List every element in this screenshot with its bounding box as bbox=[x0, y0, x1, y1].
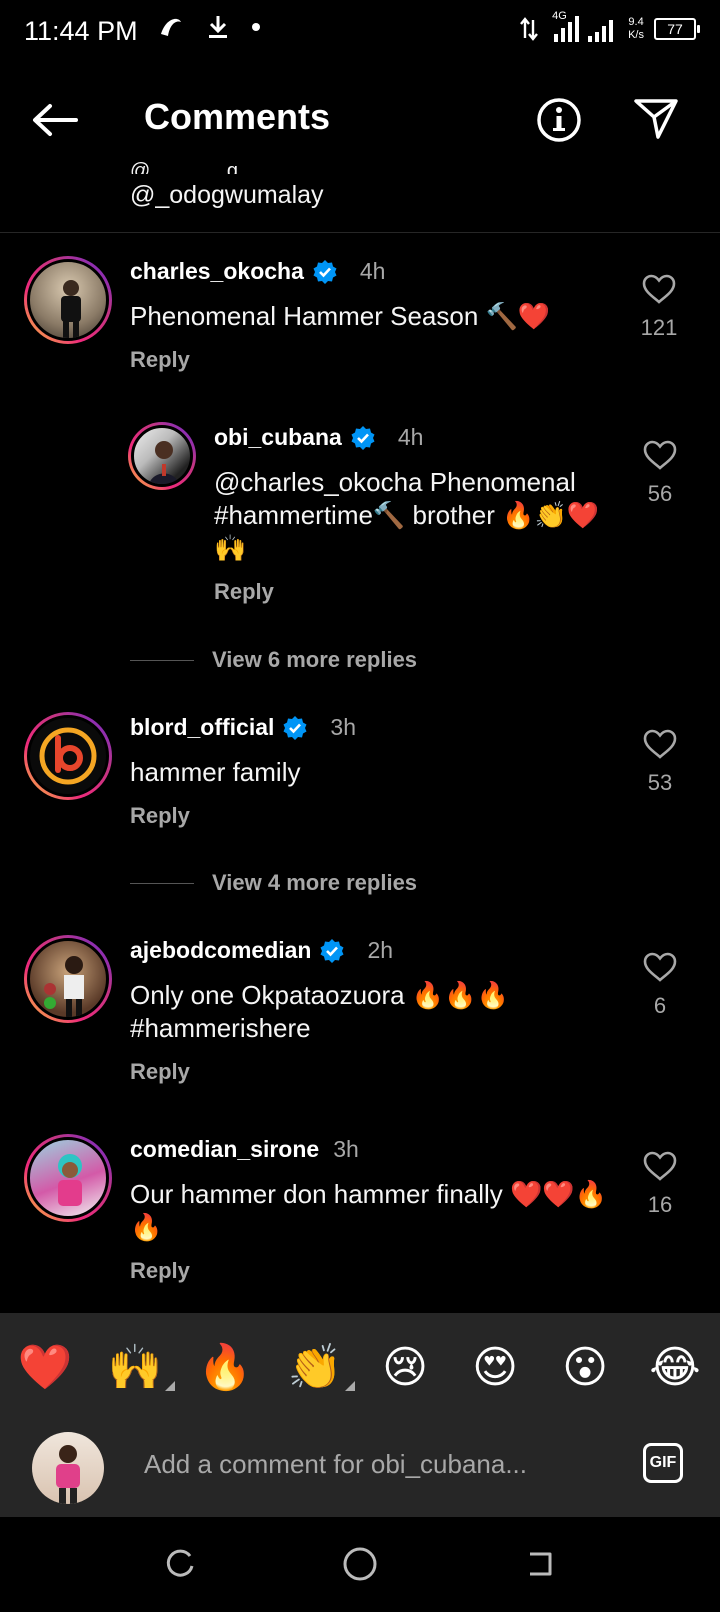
battery-icon: 77 bbox=[654, 18, 700, 40]
comment-time: 4h bbox=[397, 424, 424, 450]
reply-button[interactable]: Reply bbox=[130, 1059, 190, 1085]
quick-reaction-bar: ❤️ 🙌 🔥 👏 😢 😍 😮 😂 bbox=[0, 1313, 720, 1421]
reaction-raising-hands[interactable]: 🙌 bbox=[105, 1341, 175, 1393]
status-time: 11:44 PM bbox=[24, 16, 138, 46]
like-count: 121 bbox=[640, 315, 678, 340]
reply-button[interactable]: Reply bbox=[130, 1258, 190, 1284]
heart-icon[interactable] bbox=[643, 952, 677, 982]
like-count: 56 bbox=[647, 481, 673, 506]
comment-header: ajebodcomedian 2h bbox=[130, 937, 393, 964]
back-arrow-icon[interactable] bbox=[30, 102, 80, 138]
status-system-icons: 4G 9.4 K/s 77 bbox=[520, 10, 700, 44]
app-notification-icon bbox=[161, 18, 181, 36]
username[interactable]: charles_okocha bbox=[130, 258, 304, 285]
comment-time: 3h bbox=[333, 1136, 359, 1162]
reaction-heart[interactable]: ❤️ bbox=[15, 1341, 75, 1393]
like-button[interactable]: 16 bbox=[635, 1151, 685, 1218]
network-speed: 9.4 K/s bbox=[628, 16, 644, 41]
info-icon[interactable] bbox=[536, 97, 582, 143]
comment-input[interactable]: Add a comment for obi_cubana... bbox=[144, 1449, 584, 1480]
signal-icon: 4G bbox=[548, 10, 618, 44]
comment-time: 3h bbox=[330, 714, 356, 740]
heart-icon[interactable] bbox=[642, 274, 676, 304]
avatar[interactable] bbox=[24, 712, 112, 800]
reply-button[interactable]: Reply bbox=[214, 579, 274, 605]
divider bbox=[130, 659, 194, 661]
comment-header: blord_official 3h bbox=[130, 714, 356, 741]
divider bbox=[0, 232, 720, 233]
comment-text: Our hammer don hammer finally ❤️❤️🔥🔥 bbox=[130, 1179, 608, 1242]
status-notification-icons bbox=[158, 14, 260, 40]
comment-text: Phenomenal Hammer Season 🔨❤️ bbox=[130, 301, 551, 331]
blord-logo-icon bbox=[39, 727, 97, 785]
avatar[interactable] bbox=[128, 422, 196, 490]
reply-button[interactable]: Reply bbox=[130, 803, 190, 829]
recents-icon[interactable] bbox=[164, 1548, 196, 1580]
reaction-clap[interactable]: 👏 bbox=[285, 1341, 355, 1393]
heart-icon[interactable] bbox=[643, 1151, 677, 1181]
verified-badge-icon bbox=[313, 259, 337, 284]
like-button[interactable]: 6 bbox=[635, 952, 685, 1019]
comment-header: comedian_sirone 3h bbox=[130, 1136, 359, 1163]
view-more-replies[interactable]: View 6 more replies bbox=[130, 647, 417, 673]
reaction-surprised[interactable]: 😮 bbox=[555, 1342, 615, 1393]
like-count: 53 bbox=[647, 770, 673, 795]
reaction-heart-eyes[interactable]: 😍 bbox=[465, 1342, 525, 1393]
data-arrows-icon bbox=[520, 17, 539, 41]
like-button[interactable]: 53 bbox=[635, 729, 685, 796]
gif-button[interactable]: GIF bbox=[643, 1443, 683, 1483]
skin-tone-caret-icon bbox=[165, 1381, 175, 1391]
heart-icon[interactable] bbox=[643, 440, 677, 470]
divider bbox=[130, 882, 194, 884]
like-button[interactable]: 56 bbox=[635, 440, 685, 507]
verified-badge-icon bbox=[283, 715, 307, 740]
reaction-fire[interactable]: 🔥 bbox=[195, 1341, 255, 1393]
comment-text: Only one Okpataozuora 🔥🔥🔥 #hammerishere bbox=[130, 980, 509, 1043]
comment-text: hammer family bbox=[130, 757, 301, 787]
share-icon[interactable] bbox=[632, 97, 680, 141]
like-count: 6 bbox=[653, 993, 667, 1018]
view-more-replies[interactable]: View 4 more replies bbox=[130, 870, 417, 896]
username[interactable]: obi_cubana bbox=[214, 424, 342, 451]
home-icon[interactable] bbox=[342, 1546, 378, 1582]
reply-button[interactable]: Reply bbox=[130, 347, 190, 373]
previous-comment-fragment: @ ____ g bbox=[130, 160, 242, 174]
avatar[interactable] bbox=[24, 1134, 112, 1222]
username[interactable]: comedian_sirone bbox=[130, 1136, 319, 1163]
avatar[interactable] bbox=[24, 935, 112, 1023]
download-icon bbox=[209, 16, 227, 38]
user-avatar bbox=[32, 1432, 104, 1504]
reaction-laughing[interactable]: 😂 bbox=[645, 1342, 705, 1393]
avatar[interactable] bbox=[24, 256, 112, 344]
reaction-crying[interactable]: 😢 bbox=[375, 1342, 435, 1393]
comment-text: @charles_okocha Phenomenal #hammertime🔨 … bbox=[214, 467, 600, 563]
verified-badge-icon bbox=[320, 938, 344, 963]
comment-header: obi_cubana 4h bbox=[214, 424, 423, 451]
like-count: 16 bbox=[647, 1192, 673, 1217]
comment-header: charles_okocha 4h bbox=[130, 258, 385, 285]
previous-comment-mention: @_odogwumalay bbox=[130, 181, 324, 209]
comment-time: 4h bbox=[359, 258, 386, 284]
like-button[interactable]: 121 bbox=[634, 274, 684, 341]
dot-icon bbox=[252, 23, 260, 31]
skin-tone-caret-icon bbox=[345, 1381, 355, 1391]
comment-time: 2h bbox=[367, 937, 394, 963]
username[interactable]: blord_official bbox=[130, 714, 274, 741]
page-title: Comments bbox=[144, 96, 331, 137]
username[interactable]: ajebodcomedian bbox=[130, 937, 311, 964]
verified-badge-icon bbox=[351, 425, 375, 450]
network-type: 4G bbox=[552, 10, 567, 22]
heart-icon[interactable] bbox=[643, 729, 677, 759]
back-nav-icon[interactable] bbox=[524, 1548, 556, 1580]
